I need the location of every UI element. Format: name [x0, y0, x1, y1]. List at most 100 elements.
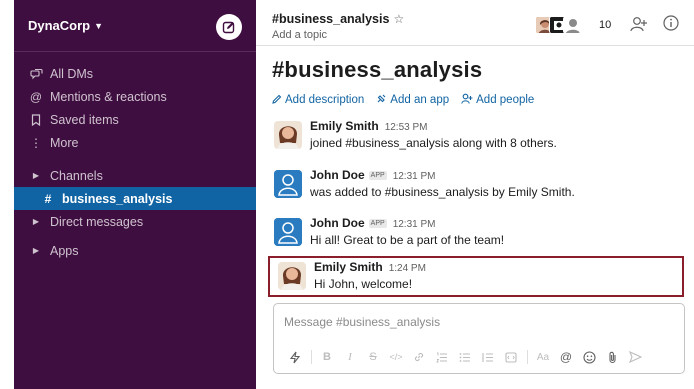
message-header: John Doe APP 12:31 PM [310, 216, 436, 230]
star-icon[interactable]: ☆ [393, 12, 404, 26]
add-user-icon [461, 93, 473, 107]
sidebar-nav: All DMs @ Mentions & reactions Saved ite… [14, 62, 256, 262]
message-text: joined #business_analysis along with 8 o… [310, 136, 557, 150]
italic-icon[interactable]: I [339, 348, 361, 366]
message-author[interactable]: Emily Smith [310, 119, 379, 133]
sidebar-section-direct-messages[interactable]: ▶ Direct messages [14, 210, 256, 233]
app-badge: APP [368, 219, 387, 228]
channel-view: #business_analysis ☆ Add a topic 10 #bus… [256, 0, 694, 389]
sidebar-section-channels[interactable]: ▶ Channels [14, 164, 256, 187]
toolbar-divider [527, 350, 528, 364]
message-timestamp[interactable]: 1:24 PM [389, 263, 426, 274]
message-input[interactable]: Message #business_analysis [284, 315, 440, 329]
caret-right-icon: ▶ [32, 246, 40, 255]
avatar [563, 16, 581, 34]
sidebar-item-label: All DMs [50, 66, 94, 81]
section-label: Direct messages [50, 214, 144, 229]
sidebar-item-business-analysis[interactable]: # business_analysis [14, 187, 256, 210]
toolbar-divider [311, 350, 312, 364]
sidebar-item-all-dms[interactable]: All DMs [14, 62, 256, 85]
channel-header: #business_analysis ☆ Add a topic 10 [256, 0, 694, 46]
sidebar-item-mentions[interactable]: @ Mentions & reactions [14, 85, 256, 108]
message-header: Emily Smith 12:53 PM [310, 119, 428, 133]
avatar[interactable] [274, 218, 302, 246]
add-app-link[interactable]: Add an app [376, 93, 449, 107]
avatar[interactable] [278, 262, 306, 290]
highlighted-message[interactable]: Emily Smith 1:24 PM Hi John, welcome! [268, 256, 684, 297]
add-user-icon [630, 17, 647, 32]
chevron-down-icon: ▼ [94, 21, 104, 31]
code-icon[interactable]: </> [385, 348, 407, 366]
message-timestamp[interactable]: 12:31 PM [393, 171, 436, 182]
workspace-header: DynaCorp ▼ [14, 0, 256, 52]
window-margin [0, 0, 14, 389]
compose-icon [222, 21, 235, 34]
send-icon[interactable] [624, 348, 646, 366]
message-timestamp[interactable]: 12:31 PM [393, 219, 436, 230]
channel-name: #business_analysis [272, 12, 390, 26]
info-icon [663, 15, 679, 31]
member-count[interactable]: 10 [599, 19, 611, 31]
workspace-switcher[interactable]: DynaCorp ▼ [28, 18, 103, 33]
workspace-name: DynaCorp [28, 18, 91, 33]
channel-name-button[interactable]: #business_analysis ☆ [272, 12, 404, 26]
more-icon: ⋮ [30, 135, 42, 150]
mention-icon[interactable]: @ [555, 348, 577, 366]
emoji-icon[interactable] [578, 348, 600, 366]
message-text: was added to #business_analysis by Emily… [310, 185, 575, 199]
blockquote-icon[interactable] [477, 348, 499, 366]
bulleted-list-icon[interactable] [454, 348, 476, 366]
action-label: Add people [476, 94, 535, 106]
formatting-icon[interactable]: Aa [532, 348, 554, 366]
link-icon[interactable] [408, 348, 430, 366]
member-avatars[interactable] [535, 16, 595, 36]
caret-right-icon: ▶ [32, 171, 40, 180]
app-icon [376, 93, 387, 107]
section-label: Channels [50, 168, 103, 183]
message-header: Emily Smith 1:24 PM [314, 260, 426, 274]
hash-icon: # [44, 191, 52, 206]
message-header: John Doe APP 12:31 PM [310, 168, 436, 182]
message-author[interactable]: Emily Smith [314, 260, 383, 274]
message-item[interactable]: Emily Smith 12:53 PM joined #business_an… [272, 119, 682, 165]
app-badge: APP [368, 171, 387, 180]
message-timestamp[interactable]: 12:53 PM [385, 122, 428, 133]
message-author[interactable]: John Doe [310, 216, 365, 230]
channel-details-button[interactable] [663, 15, 679, 36]
strikethrough-icon[interactable]: S [362, 348, 384, 366]
channel-label: business_analysis [62, 191, 173, 206]
sidebar-item-label: More [50, 135, 79, 150]
avatar[interactable] [274, 170, 302, 198]
channel-intro-title: #business_analysis [272, 57, 483, 82]
bold-icon[interactable]: B [316, 348, 338, 366]
composer-toolbar: B I S </> Aa @ [284, 348, 647, 366]
sidebar-item-more[interactable]: ⋮ More [14, 131, 256, 154]
message-composer[interactable]: Message #business_analysis B I S </> Aa … [273, 303, 685, 374]
message-item[interactable]: Emily Smith 1:24 PM Hi John, welcome! [276, 260, 686, 306]
bookmark-icon [28, 113, 44, 126]
numbered-list-icon[interactable] [431, 348, 453, 366]
compose-button[interactable] [216, 14, 242, 40]
attachment-icon[interactable] [601, 348, 623, 366]
add-member-button[interactable] [630, 16, 648, 37]
action-label: Add an app [390, 94, 450, 106]
avatar[interactable] [274, 121, 302, 149]
at-icon: @ [29, 89, 43, 104]
dms-icon [28, 68, 44, 80]
sidebar-section-apps[interactable]: ▶ Apps [14, 239, 256, 262]
add-people-link[interactable]: Add people [461, 93, 534, 107]
sidebar-item-label: Saved items [50, 112, 119, 127]
message-author[interactable]: John Doe [310, 168, 365, 182]
code-block-icon[interactable] [500, 348, 522, 366]
channel-intro-actions: Add description Add an app Add people [272, 93, 534, 107]
section-label: Apps [50, 243, 79, 258]
app-window: DynaCorp ▼ All DMs @ Mentions & reactions [0, 0, 694, 389]
add-topic-link[interactable]: Add a topic [272, 29, 327, 41]
shortcuts-icon[interactable] [284, 348, 306, 366]
action-label: Add description [285, 94, 365, 106]
message-item[interactable]: John Doe APP 12:31 PM was added to #busi… [272, 168, 682, 214]
sidebar: DynaCorp ▼ All DMs @ Mentions & reactions [14, 0, 256, 389]
add-description-link[interactable]: Add description [272, 93, 364, 107]
sidebar-item-saved[interactable]: Saved items [14, 108, 256, 131]
